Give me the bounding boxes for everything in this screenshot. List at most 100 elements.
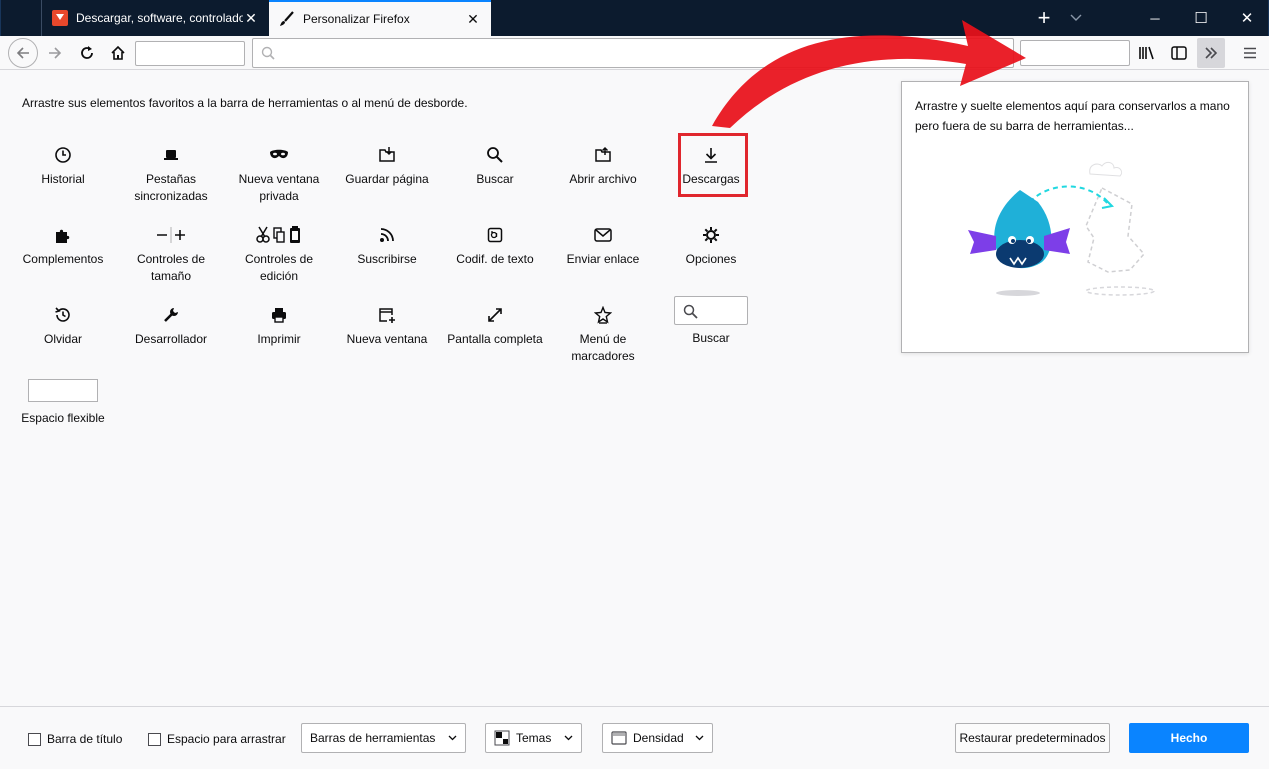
zoom-icon xyxy=(117,223,225,247)
palette-item-forget[interactable]: Olvidar xyxy=(9,303,117,348)
chevron-down-icon xyxy=(1070,14,1082,22)
toolbars-dropdown[interactable]: Barras de herramientas xyxy=(301,723,466,753)
item-label: Abrir archivo xyxy=(569,172,637,186)
gear-icon xyxy=(657,223,765,247)
library-button[interactable] xyxy=(1134,40,1160,66)
item-label: Controles de tamaño xyxy=(136,252,206,283)
item-label: Enviar enlace xyxy=(566,252,640,266)
laptop-icon xyxy=(117,143,225,167)
item-label: Desarrollador xyxy=(134,332,208,346)
checkbox-box[interactable] xyxy=(148,732,161,746)
item-label: Complementos xyxy=(22,252,104,266)
palette-item-subscribe[interactable]: Suscribirse xyxy=(333,223,441,268)
tab-personalizar[interactable]: Personalizar Firefox ✕ xyxy=(269,0,491,36)
palette-item-synced-tabs[interactable]: Pestañas sincronizadas xyxy=(117,143,225,205)
palette-item-flexible-space: Espacio flexible xyxy=(21,411,105,425)
annotation-arrow xyxy=(700,0,1040,133)
palette-item-fullscreen[interactable]: Pantalla completa xyxy=(441,303,549,348)
back-button[interactable] xyxy=(8,38,38,68)
navigation-toolbar xyxy=(0,36,1269,70)
tab-descargar[interactable]: Descargar, software, controlado ✕ xyxy=(41,0,269,36)
search-box-widget[interactable] xyxy=(674,296,748,325)
reload-icon xyxy=(79,45,95,61)
home-button[interactable] xyxy=(105,40,131,66)
chevron-down-icon xyxy=(564,733,573,743)
menu-button[interactable] xyxy=(1237,40,1263,66)
printer-icon xyxy=(225,303,333,327)
item-label: Buscar xyxy=(476,172,514,186)
home-icon xyxy=(110,45,126,61)
site-favicon-icon xyxy=(52,10,68,26)
star-icon xyxy=(549,303,657,327)
tab-label: Descargar, software, controlado xyxy=(76,11,243,25)
overflow-menu-button[interactable] xyxy=(1197,38,1225,68)
palette-item-bookmarks-menu[interactable]: Menú de marcadores xyxy=(549,303,657,365)
double-chevron-right-icon xyxy=(1203,46,1219,60)
checkbox-box[interactable] xyxy=(28,732,41,746)
search-icon xyxy=(441,143,549,167)
close-tab-icon[interactable]: ✕ xyxy=(243,10,259,26)
palette-item-zoom-controls[interactable]: Controles de tamaño xyxy=(117,223,225,285)
wrench-icon xyxy=(117,303,225,327)
reload-button[interactable] xyxy=(74,40,100,66)
minimize-button[interactable]: ─ xyxy=(1132,0,1178,36)
search-icon xyxy=(261,46,275,60)
encoding-icon xyxy=(441,223,549,247)
rss-icon xyxy=(333,223,441,247)
title-bar: Descargar, software, controlado ✕ Person… xyxy=(0,0,1269,36)
open-file-icon xyxy=(549,143,657,167)
done-button[interactable]: Hecho xyxy=(1129,723,1249,753)
customize-instructions: Arrastre sus elementos favoritos a la ba… xyxy=(22,96,468,110)
tab-label: Personalizar Firefox xyxy=(303,12,410,26)
save-page-icon xyxy=(333,143,441,167)
tab-list-button[interactable] xyxy=(1063,0,1089,36)
density-dropdown[interactable]: Densidad xyxy=(602,723,713,753)
item-label: Historial xyxy=(41,172,85,186)
forget-icon xyxy=(9,303,117,327)
palette-item-open-file[interactable]: Abrir archivo xyxy=(549,143,657,188)
palette-item-private-window[interactable]: Nueva ventana privada xyxy=(225,143,333,205)
palette-item-options[interactable]: Opciones xyxy=(657,223,765,268)
item-label: Controles de edición xyxy=(244,252,314,283)
flexible-space-slot xyxy=(135,41,245,66)
library-icon xyxy=(1138,45,1156,61)
restore-defaults-button[interactable]: Restaurar predeterminados xyxy=(955,723,1110,753)
palette-item-history[interactable]: Historial xyxy=(9,143,117,188)
palette-item-new-window[interactable]: Nueva ventana xyxy=(333,303,441,348)
maximize-button[interactable]: ☐ xyxy=(1178,0,1224,36)
item-label: Menú de marcadores xyxy=(571,332,635,363)
sidebar-icon xyxy=(1171,46,1187,60)
palette-item-email-link[interactable]: Enviar enlace xyxy=(549,223,657,268)
palette-item-save-page[interactable]: Guardar página xyxy=(333,143,441,188)
drag-space-checkbox[interactable]: Espacio para arrastrar xyxy=(148,732,286,746)
dropdown-label: Densidad xyxy=(633,731,684,745)
search-box-icon xyxy=(683,304,698,319)
themes-dropdown[interactable]: Temas xyxy=(485,723,582,753)
mail-icon xyxy=(549,223,657,247)
palette-item-add-ons[interactable]: Complementos xyxy=(9,223,117,268)
forward-button[interactable] xyxy=(42,40,68,66)
flexible-space-icon[interactable] xyxy=(28,379,98,402)
fullscreen-icon xyxy=(441,303,549,327)
density-icon xyxy=(611,731,627,745)
dragon-illustration xyxy=(960,158,1200,301)
item-label: Opciones xyxy=(685,252,737,266)
item-label: Codif. de texto xyxy=(456,252,534,266)
customize-footer: Barra de título Espacio para arrastrar B… xyxy=(0,706,1269,769)
hamburger-icon xyxy=(1243,47,1257,59)
close-window-button[interactable]: ✕ xyxy=(1224,0,1269,36)
mask-icon xyxy=(225,143,333,167)
item-label: Suscribirse xyxy=(357,252,417,266)
palette-item-developer[interactable]: Desarrollador xyxy=(117,303,225,348)
palette-item-edit-controls[interactable]: Controles de edición xyxy=(225,223,333,285)
title-bar-checkbox[interactable]: Barra de título xyxy=(28,732,122,746)
item-label: Olvidar xyxy=(43,332,82,346)
checkbox-label: Barra de título xyxy=(47,732,123,746)
sidebar-button[interactable] xyxy=(1166,40,1192,66)
close-tab-icon[interactable]: ✕ xyxy=(465,11,481,27)
puzzle-icon xyxy=(9,223,117,247)
new-window-icon xyxy=(333,303,441,327)
palette-item-text-encoding[interactable]: Codif. de texto xyxy=(441,223,549,268)
palette-item-find[interactable]: Buscar xyxy=(441,143,549,188)
palette-item-print[interactable]: Imprimir xyxy=(225,303,333,348)
